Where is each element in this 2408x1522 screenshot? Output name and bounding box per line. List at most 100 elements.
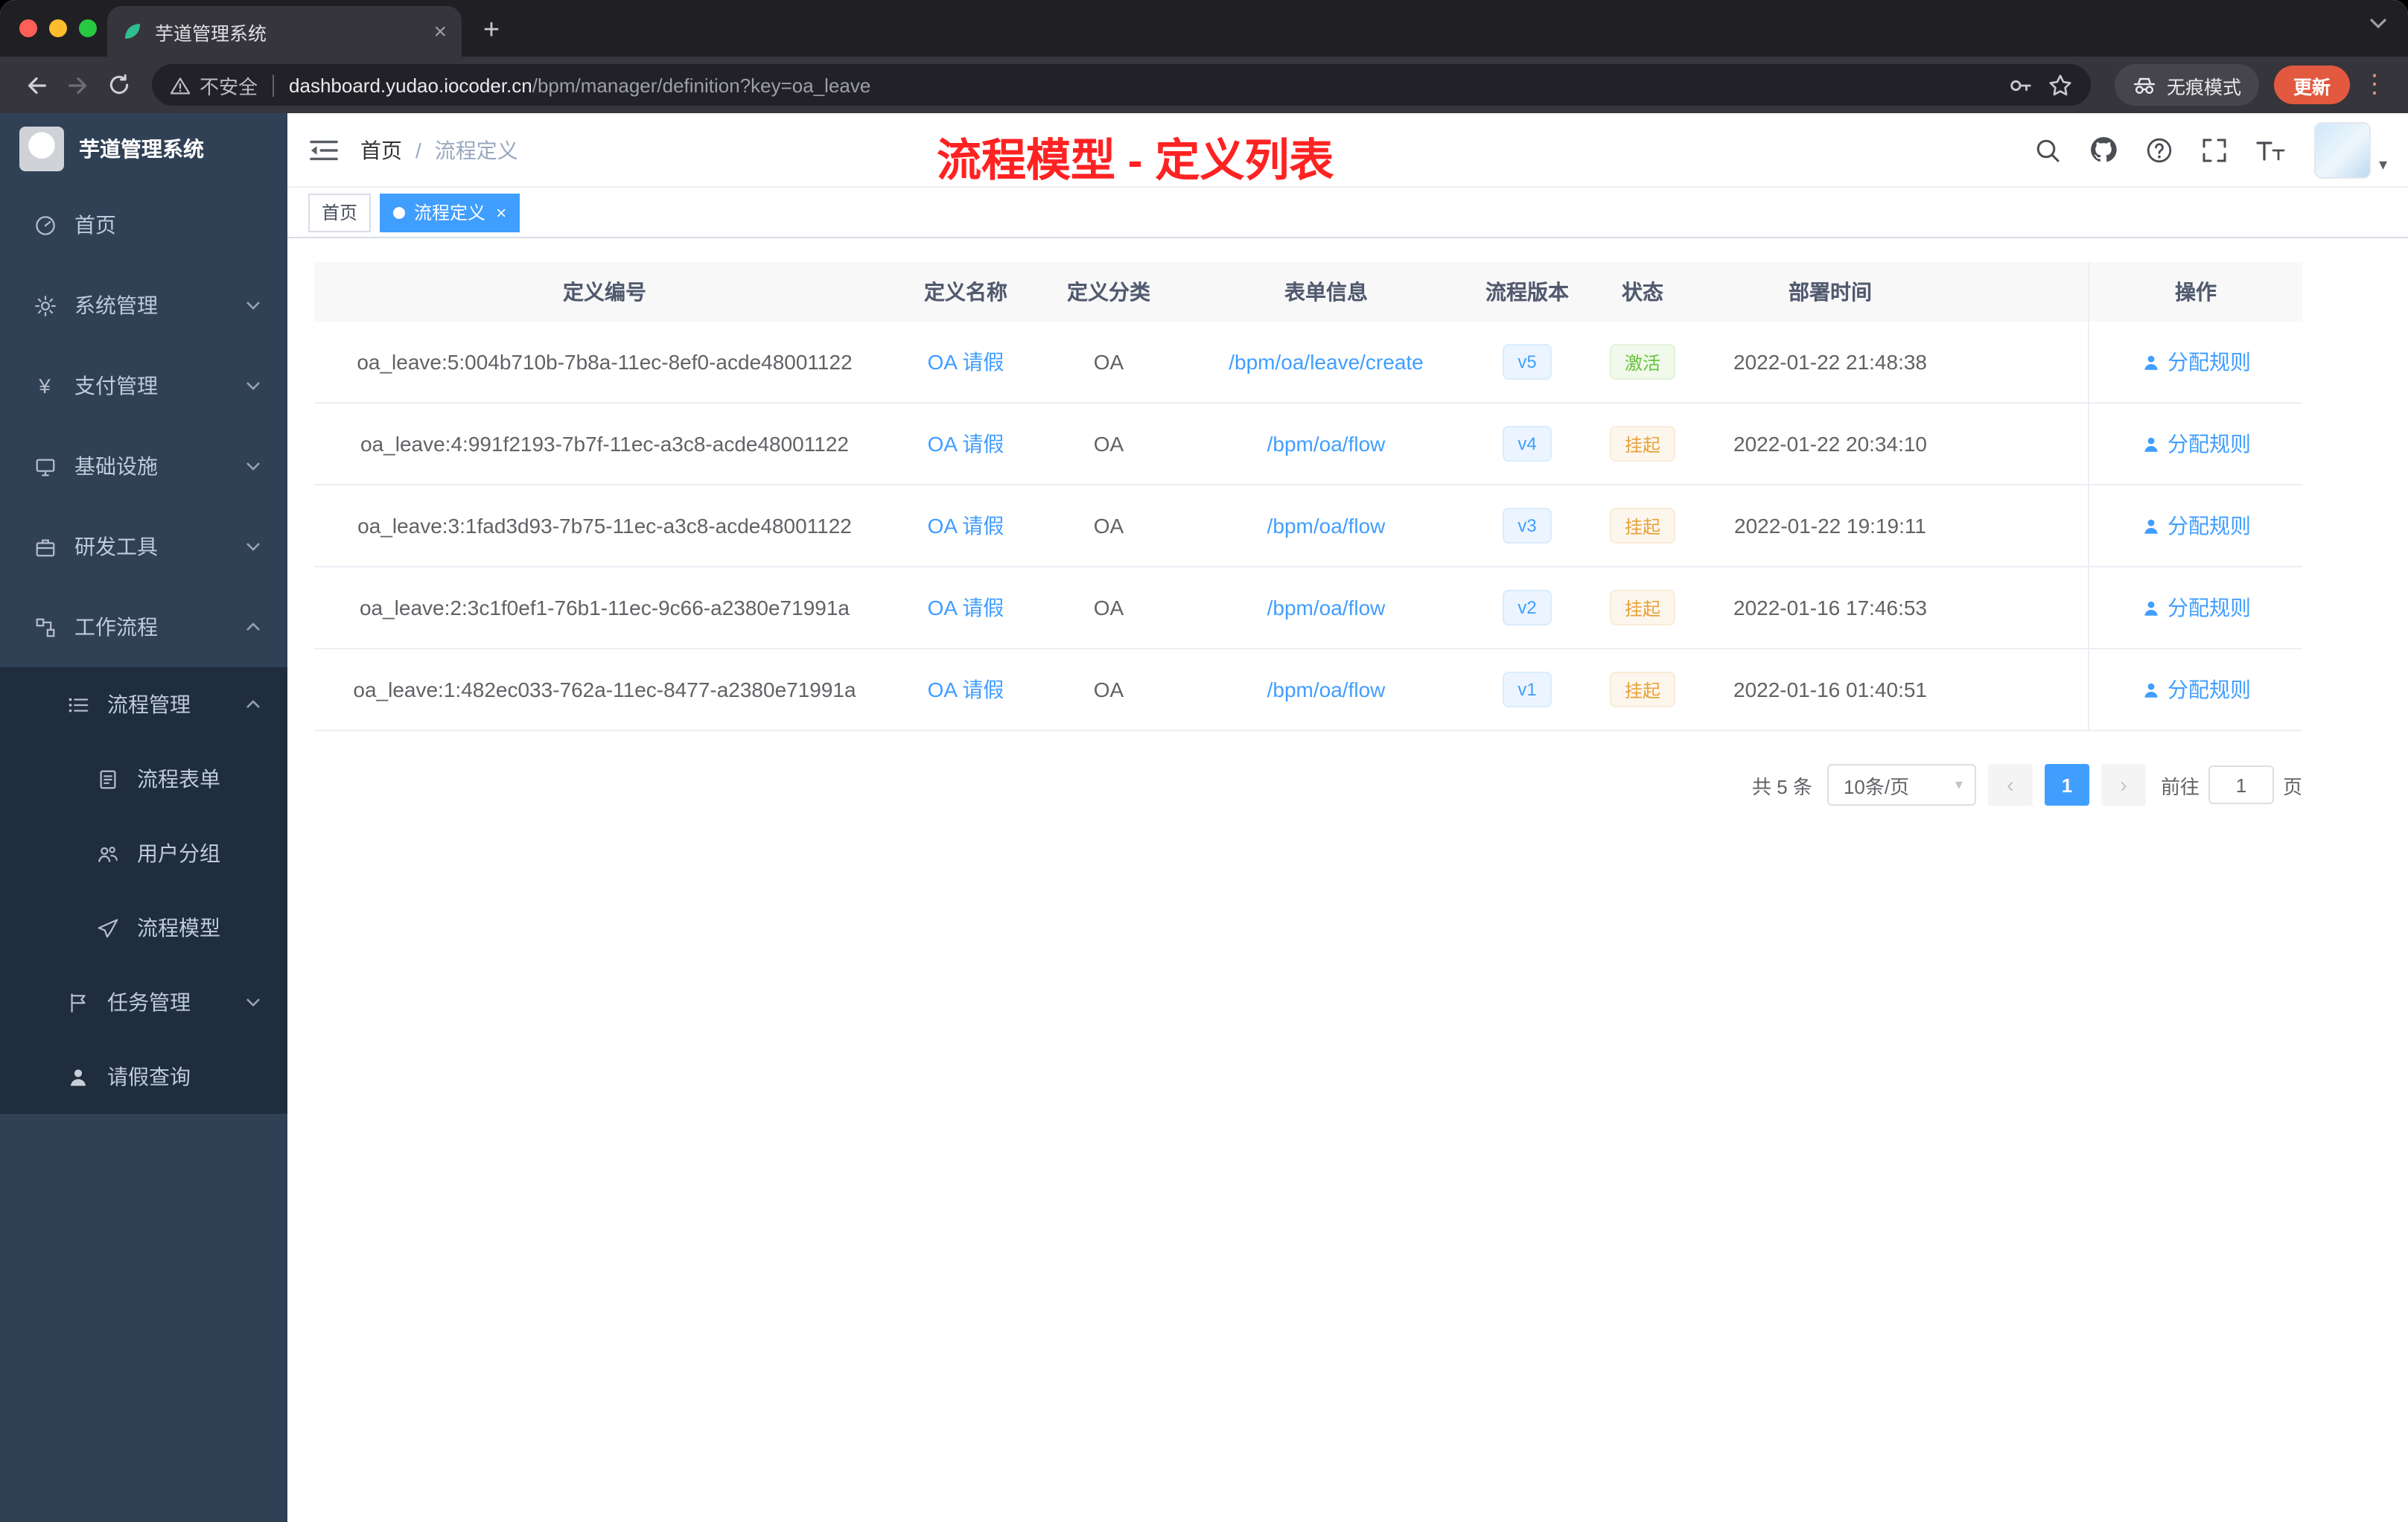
version-tag: v1 — [1503, 672, 1552, 707]
search-icon[interactable] — [2035, 136, 2062, 163]
tag-current[interactable]: 流程定义 × — [380, 193, 520, 232]
address-bar[interactable]: 不安全 dashboard.yudao.iocoder.cn/bpm/manag… — [152, 64, 2091, 106]
forward-button[interactable] — [57, 64, 98, 106]
incognito-label: 无痕模式 — [2166, 77, 2241, 98]
window-zoom-button[interactable] — [79, 19, 97, 37]
column-header-deploy-time: 部署时间 — [1789, 280, 1872, 304]
password-key-icon[interactable] — [2007, 72, 2033, 98]
sidebar-item-workflow[interactable]: 工作流程 — [0, 587, 287, 667]
user-avatar-menu[interactable]: ▾ — [2314, 121, 2387, 178]
tab-close-icon[interactable]: × — [433, 20, 447, 42]
breadcrumb-home[interactable]: 首页 — [360, 135, 402, 165]
fullscreen-icon[interactable] — [2202, 136, 2229, 163]
top-navbar: 首页 / 流程定义 ▾ — [287, 113, 2408, 188]
page-number-button[interactable]: 1 — [2044, 764, 2089, 806]
help-icon[interactable] — [2147, 136, 2173, 163]
warning-icon — [170, 77, 191, 94]
cell-filler — [1958, 567, 2088, 648]
tag-label: 流程定义 — [414, 203, 486, 223]
cell-actions: 分配规则 — [2088, 485, 2302, 566]
sidebar-item-label: 用户分组 — [137, 841, 220, 865]
cell-version: v2 — [1471, 567, 1583, 648]
window-close-button[interactable] — [19, 19, 37, 37]
form-link[interactable]: /bpm/oa/flow — [1267, 432, 1386, 456]
definition-name-link[interactable]: OA 请假 — [928, 511, 1004, 541]
prev-page-button[interactable]: ‹ — [1987, 764, 2033, 806]
sidebar-item-infrastructure[interactable]: 基础设施 — [0, 426, 287, 506]
bookmark-star-icon[interactable] — [2048, 72, 2073, 98]
browser-update-button[interactable]: 更新 — [2273, 66, 2350, 104]
assign-rule-link[interactable]: 分配规则 — [2141, 429, 2251, 459]
sidebar-item-process-model[interactable]: 流程模型 — [0, 891, 287, 965]
tab-favicon-icon — [122, 21, 143, 42]
cell-actions: 分配规则 — [2088, 404, 2302, 484]
form-link[interactable]: /bpm/oa/flow — [1267, 596, 1386, 620]
users-icon — [95, 841, 119, 865]
page-size-select[interactable]: 10条/页 ▾ — [1826, 764, 1976, 806]
chevron-up-icon — [246, 700, 261, 709]
cell-filler — [1958, 649, 2088, 730]
tab-title: 芋道管理系统 — [155, 23, 267, 44]
browser-toolbar: 不安全 dashboard.yudao.iocoder.cn/bpm/manag… — [0, 57, 2408, 113]
tag-close-icon[interactable]: × — [496, 203, 506, 221]
github-icon[interactable] — [2090, 136, 2118, 164]
column-header-status: 状态 — [1622, 280, 1663, 304]
cell-actions: 分配规则 — [2088, 649, 2302, 730]
cell-actions: 分配规则 — [2088, 322, 2302, 402]
table-row: oa_leave:1:482ec033-762a-11ec-8477-a2380… — [314, 649, 2302, 731]
definition-name-link[interactable]: OA 请假 — [928, 593, 1004, 623]
form-link[interactable]: /bpm/oa/flow — [1267, 514, 1386, 538]
assign-rule-link[interactable]: 分配规则 — [2141, 675, 2251, 704]
user-icon — [2144, 682, 2157, 697]
sidebar-item-task-management[interactable]: 任务管理 — [0, 965, 287, 1039]
next-page-button[interactable]: › — [2100, 764, 2146, 806]
browser-tab[interactable]: 芋道管理系统 × — [107, 6, 462, 57]
table-header-row: 定义编号 定义名称 定义分类 表单信息 流程版本 状态 部署时间 操作 — [314, 262, 2302, 322]
sidebar-item-label: 流程管理 — [107, 692, 191, 716]
browser-menu-icon[interactable]: ⋮ — [2350, 70, 2393, 100]
definition-name-link[interactable]: OA 请假 — [928, 347, 1004, 377]
sidebar-item-label: 请假查询 — [107, 1065, 191, 1089]
sidebar-item-leave-query[interactable]: 请假查询 — [0, 1039, 287, 1114]
new-tab-button[interactable]: + — [471, 10, 512, 52]
font-size-icon[interactable] — [2257, 138, 2287, 162]
cell-form: /bpm/oa/flow — [1181, 567, 1471, 648]
sidebar-item-process-management[interactable]: 流程管理 — [0, 667, 287, 742]
column-header-id: 定义编号 — [563, 280, 646, 304]
reload-button[interactable] — [98, 64, 140, 106]
cell-category: OA — [1093, 350, 1124, 374]
assign-rule-link[interactable]: 分配规则 — [2141, 593, 2251, 623]
assign-rule-link[interactable]: 分配规则 — [2141, 347, 2251, 377]
assign-rule-link[interactable]: 分配规则 — [2141, 511, 2251, 541]
security-indicator[interactable]: 不安全 — [170, 71, 258, 99]
goto-page-input[interactable] — [2208, 765, 2274, 804]
page-content: 定义编号 定义名称 定义分类 表单信息 流程版本 状态 部署时间 操作 oa_l… — [287, 238, 2408, 1522]
definition-name-link[interactable]: OA 请假 — [928, 675, 1004, 704]
tags-view-bar: 首页 流程定义 × — [287, 188, 2408, 238]
definition-name-link[interactable]: OA 请假 — [928, 429, 1004, 459]
sidebar-toggle-button[interactable] — [287, 113, 360, 186]
sidebar-item-process-form[interactable]: 流程表单 — [0, 742, 287, 816]
tag-home[interactable]: 首页 — [308, 193, 372, 232]
person-icon — [66, 1065, 89, 1089]
sidebar-item-devtools[interactable]: 研发工具 — [0, 506, 287, 587]
omnibox-divider — [273, 74, 275, 96]
sidebar-item-home[interactable]: 首页 — [0, 185, 287, 265]
sidebar-item-payment[interactable]: ¥ 支付管理 — [0, 346, 287, 426]
form-link[interactable]: /bpm/oa/flow — [1267, 678, 1386, 701]
cell-name: OA 请假 — [895, 649, 1036, 730]
back-button[interactable] — [15, 64, 57, 106]
sidebar-item-user-group[interactable]: 用户分组 — [0, 816, 287, 891]
tab-search-chevron-icon[interactable] — [2369, 18, 2387, 30]
window-minimize-button[interactable] — [49, 19, 67, 37]
status-tag: 挂起 — [1609, 426, 1675, 462]
cell-actions: 分配规则 — [2088, 567, 2302, 648]
sidebar-item-system[interactable]: 系统管理 — [0, 265, 287, 346]
version-tag: v4 — [1503, 426, 1552, 462]
hamburger-icon — [310, 139, 338, 160]
form-link[interactable]: /bpm/oa/leave/create — [1229, 350, 1424, 374]
security-label: 不安全 — [200, 75, 258, 98]
pagination-total: 共 5 条 — [1752, 775, 1812, 797]
cell-version: v4 — [1471, 404, 1583, 484]
cell-name: OA 请假 — [895, 322, 1036, 402]
